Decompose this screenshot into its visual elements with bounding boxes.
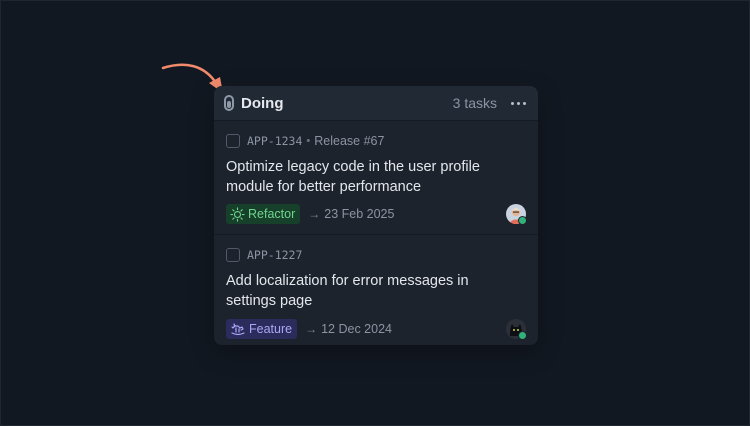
- more-horizontal-icon[interactable]: [511, 101, 526, 105]
- due-date[interactable]: → 12 Dec 2024: [305, 322, 392, 336]
- task-footer: Refactor → 23 Feb 2025: [226, 204, 527, 225]
- due-date[interactable]: → 23 Feb 2025: [308, 207, 394, 221]
- task-meta: APP-1227: [226, 247, 526, 263]
- arrow-right-icon: →: [305, 322, 318, 336]
- due-date-text: 12 Dec 2024: [321, 322, 392, 336]
- rocking-horse-icon: [231, 322, 245, 335]
- arrow-right-icon: →: [308, 207, 321, 221]
- label-text: Feature: [249, 322, 293, 336]
- assignee-avatar[interactable]: [506, 204, 527, 225]
- release-link[interactable]: Release #67: [314, 134, 384, 148]
- kanban-column-doing: Doing 3 tasks APP-1234 • Release #67 Opt…: [214, 86, 538, 345]
- task-meta: APP-1234 • Release #67: [226, 133, 526, 149]
- task-count: 3 tasks: [452, 95, 497, 111]
- presence-online-indicator: [518, 331, 527, 340]
- label-text: Refactor: [248, 207, 296, 221]
- task-checkbox[interactable]: [226, 248, 240, 262]
- canvas-background: Doing 3 tasks APP-1234 • Release #67 Opt…: [0, 0, 750, 426]
- task-footer: Feature → 12 Dec 2024: [226, 319, 527, 340]
- assignee-avatar[interactable]: [506, 319, 527, 340]
- task-title[interactable]: Add localization for error messages in s…: [226, 271, 516, 311]
- task-title[interactable]: Optimize legacy code in the user profile…: [226, 157, 516, 197]
- column-header: Doing 3 tasks: [214, 86, 538, 121]
- task-checkbox[interactable]: [226, 134, 240, 148]
- task-card[interactable]: APP-1234 • Release #67 Optimize legacy c…: [214, 121, 538, 235]
- task-card[interactable]: APP-1227 Add localization for error mess…: [214, 235, 538, 345]
- label-feature[interactable]: Feature: [226, 319, 298, 339]
- presence-online-indicator: [518, 216, 527, 225]
- meta-separator: •: [306, 135, 311, 147]
- column-title: Doing: [241, 94, 284, 112]
- task-id: APP-1234: [247, 134, 303, 148]
- task-id: APP-1227: [247, 248, 303, 262]
- in-progress-pill-icon: [224, 95, 234, 111]
- due-date-text: 23 Feb 2025: [324, 207, 395, 221]
- sun-icon: [230, 206, 245, 222]
- label-refactor[interactable]: Refactor: [226, 204, 301, 224]
